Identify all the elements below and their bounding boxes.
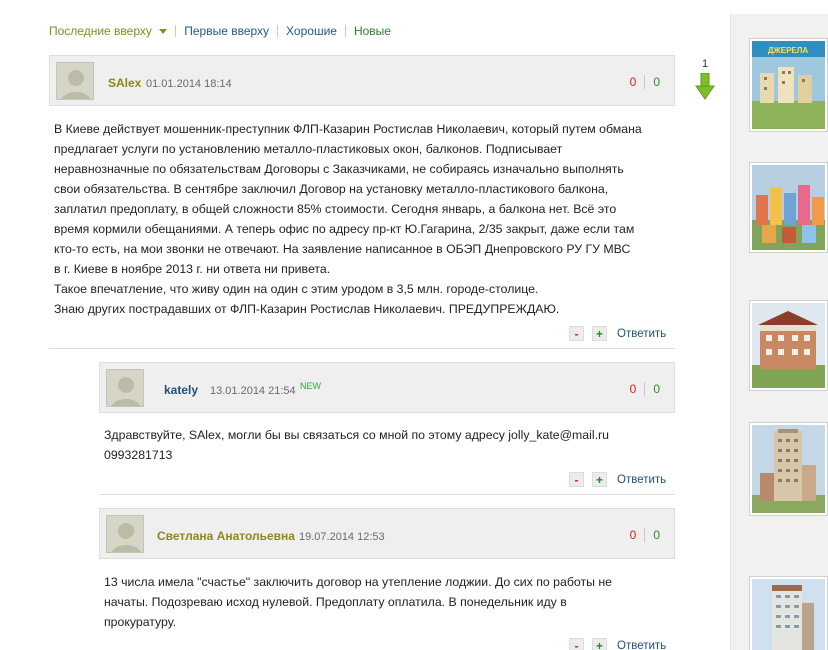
comment-header: kately 13.01.2014 21:54 NEW 0 0: [99, 362, 675, 413]
sidebar-ad[interactable]: [749, 300, 828, 391]
comment-votes: 0 0: [630, 75, 660, 89]
comment-body: В Киеве действует мошенник-преступник ФЛ…: [54, 119, 694, 319]
comment-line: свои обязательства. В сентябре заключил …: [54, 182, 609, 196]
comment-votes: 0 0: [630, 528, 660, 542]
vote-up-button[interactable]: +: [592, 326, 607, 341]
avatar: [106, 369, 144, 407]
ad-image: [752, 165, 825, 250]
vote-down-button[interactable]: -: [569, 638, 584, 650]
comment-actions: - + Ответить: [569, 638, 666, 650]
vote-divider: [644, 382, 646, 396]
comment-date: 01.01.2014 18:14: [146, 78, 232, 90]
sort-option-label: Последние вверху: [49, 24, 152, 38]
comment-line: кто-то есть, на мои звонки не отвечают. …: [54, 242, 631, 256]
comment-date: 19.07.2014 12:53: [299, 531, 385, 543]
ad-image: [752, 579, 825, 650]
comment-line: в г. Киеве в ноябре 2013 г. ни ответа ни…: [54, 262, 331, 276]
votes-positive: 0: [653, 528, 660, 542]
comment-line: Здравствуйте, SAlex, могли бы вы связать…: [104, 428, 609, 442]
sidebar-ad[interactable]: [749, 422, 828, 516]
comment-line: 0993281713: [104, 448, 173, 462]
reply-link[interactable]: Ответить: [617, 474, 666, 486]
comment-line: начаты. Подозреваю исход нулевой. Предоп…: [104, 595, 567, 609]
sidebar-ad[interactable]: ДЖЕРЕЛА: [749, 38, 828, 132]
comment-header: SAlex 01.01.2014 18:14 0 0: [49, 55, 675, 106]
comment-actions: - + Ответить: [569, 472, 666, 487]
reply-link[interactable]: Ответить: [617, 640, 666, 650]
comment-body: Здравствуйте, SAlex, могли бы вы связать…: [104, 425, 694, 465]
new-badge: NEW: [300, 381, 321, 391]
comment-line: предлагает услуги по установлению металл…: [54, 142, 563, 156]
ad-title: ДЖЕРЕЛА: [768, 46, 809, 55]
vote-divider: [644, 75, 646, 89]
comment-line: Знаю других пострадавших от ФЛП-Казарин …: [54, 302, 560, 316]
comment-author[interactable]: Светлана Анатольевна: [157, 529, 295, 543]
sort-bar: Последние вверху Первые вверху Хорошие Н…: [49, 23, 399, 39]
comment-line: прокуратуру.: [104, 615, 177, 629]
comment-author[interactable]: SAlex: [108, 76, 141, 90]
comment-votes: 0 0: [630, 382, 660, 396]
chevron-down-icon: [159, 29, 168, 35]
comment-line: 13 числа имела "счастье" заключить догов…: [104, 575, 612, 589]
votes-positive: 0: [653, 75, 660, 89]
page-number: 1: [701, 58, 709, 70]
comment-line: время кормили обещаниями. А теперь офис …: [54, 222, 635, 236]
comment-line: Такое впечатление, что живу один на один…: [54, 282, 539, 296]
vote-up-button[interactable]: +: [592, 472, 607, 487]
avatar: [106, 515, 144, 553]
avatar: [56, 62, 94, 100]
comment-header: Светлана Анатольевна 19.07.2014 12:53 0 …: [99, 508, 675, 559]
ad-image: ДЖЕРЕЛА: [752, 41, 825, 129]
votes-negative: 0: [629, 528, 637, 542]
comment-actions: - + Ответить: [569, 326, 666, 341]
comment-date: 13.01.2014 21:54: [210, 385, 296, 397]
sidebar-ad[interactable]: [749, 576, 828, 650]
comment-body: 13 числа имела "счастье" заключить догов…: [104, 572, 694, 632]
votes-negative: 0: [629, 75, 637, 89]
sidebar-ad[interactable]: [749, 162, 828, 253]
ad-image: [752, 303, 825, 388]
sort-option-first-first[interactable]: Первые вверху: [175, 25, 277, 37]
page: Последние вверху Первые вверху Хорошие Н…: [0, 0, 828, 650]
arrow-down-icon[interactable]: [695, 72, 715, 105]
vote-divider: [644, 528, 646, 542]
comment-divider: [99, 494, 675, 495]
comment-line: неравнозначные по обязательствам Договор…: [54, 162, 624, 176]
comment-divider: [49, 348, 675, 349]
ad-image: [752, 425, 825, 513]
vote-up-button[interactable]: +: [592, 638, 607, 650]
vote-down-button[interactable]: -: [569, 472, 584, 487]
sort-option-new[interactable]: Новые: [344, 25, 399, 37]
sort-option-good[interactable]: Хорошие: [277, 25, 345, 37]
votes-negative: 0: [629, 382, 637, 396]
comment-line: В Киеве действует мошенник-преступник ФЛ…: [54, 122, 642, 136]
comment-line: заплатил предоплату, в общей сложности 8…: [54, 202, 617, 216]
reply-link[interactable]: Ответить: [617, 328, 666, 340]
vote-down-button[interactable]: -: [569, 326, 584, 341]
sort-option-latest-first[interactable]: Последние вверху: [49, 25, 175, 37]
votes-positive: 0: [653, 382, 660, 396]
comment-author[interactable]: kately: [164, 383, 198, 397]
